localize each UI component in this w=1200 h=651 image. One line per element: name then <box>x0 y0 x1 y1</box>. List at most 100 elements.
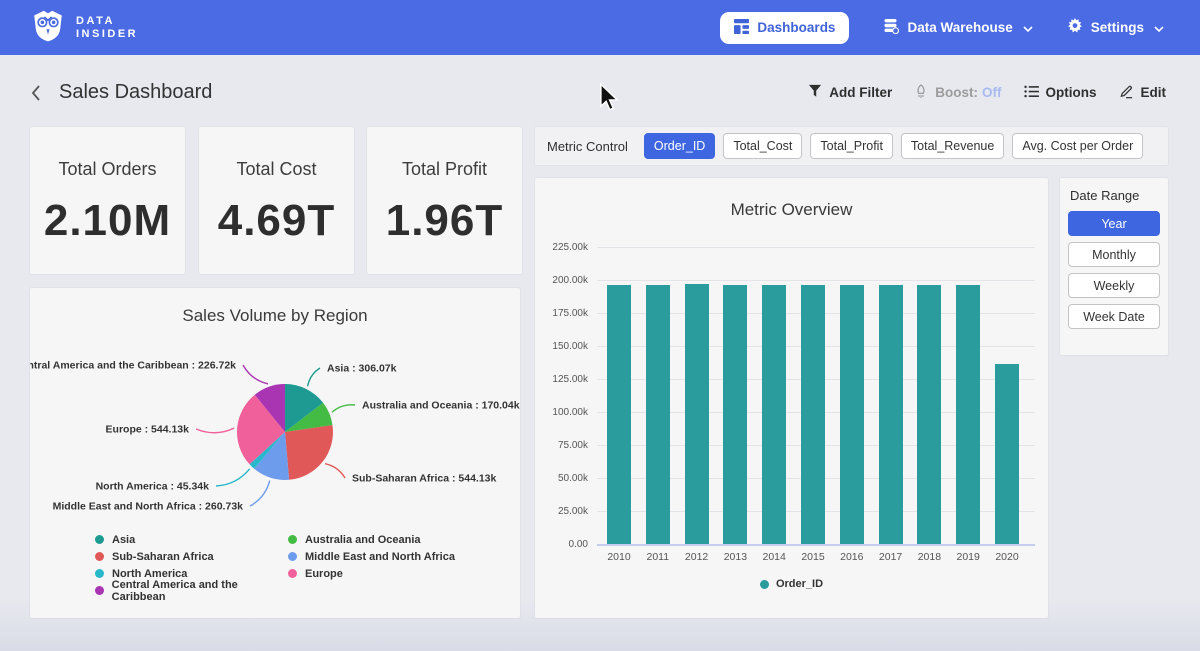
x-axis-tick: 2018 <box>909 551 949 563</box>
date-range-option-year[interactable]: Year <box>1068 211 1160 236</box>
top-navbar: DATA INSIDER Dashboards <box>0 0 1200 55</box>
bar-2017[interactable] <box>879 285 903 544</box>
bar-2018[interactable] <box>917 285 941 544</box>
page-header: Sales Dashboard Add Filter Boost: Off <box>0 70 1200 115</box>
owl-logo-icon <box>30 7 66 48</box>
legend-label: Sub-Saharan Africa <box>112 551 214 563</box>
x-axis-tick: 2011 <box>638 551 678 563</box>
kpi-value: 2.10M <box>30 196 185 246</box>
chevron-down-icon <box>1154 20 1164 35</box>
x-axis-tick: 2015 <box>793 551 833 563</box>
date-range-panel: Date Range YearMonthlyWeeklyWeek Date <box>1060 178 1168 355</box>
metric-option-total-profit[interactable]: Total_Profit <box>810 133 893 159</box>
settings-label: Settings <box>1091 20 1144 35</box>
y-axis-tick: 100.00k <box>540 407 588 418</box>
bar-chart-legend[interactable]: Order_ID <box>535 578 1048 590</box>
metric-option-total-cost[interactable]: Total_Cost <box>723 133 802 159</box>
chevron-down-icon <box>1023 20 1033 35</box>
y-axis-tick: 75.00k <box>540 440 588 451</box>
metric-control-buttons: Order_ID Total_Cost Total_Profit Total_Reve… <box>644 133 1143 159</box>
pie-label-connector <box>325 464 345 478</box>
y-axis-tick: 50.00k <box>540 473 588 484</box>
date-range-option-weekly[interactable]: Weekly <box>1068 273 1160 298</box>
app-window: DATA INSIDER Dashboards <box>0 0 1200 651</box>
kpi-card-total-orders: Total Orders 2.10M <box>30 127 185 274</box>
legend-item-australia-and-oceania[interactable]: Australia and Oceania <box>288 531 455 548</box>
x-axis-tick: 2014 <box>754 551 794 563</box>
legend-label: Order_ID <box>776 578 823 590</box>
x-axis-tick: 2019 <box>948 551 988 563</box>
pencil-icon <box>1119 84 1134 102</box>
pie-label-connector <box>308 368 320 386</box>
options-label: Options <box>1046 85 1097 100</box>
date-range-buttons: Year Monthly Weekly Week Date <box>1068 211 1160 329</box>
legend-item-sub-saharan-africa[interactable]: Sub-Saharan Africa <box>95 548 288 565</box>
app-logo[interactable]: DATA INSIDER <box>30 7 138 48</box>
kpi-card-total-profit: Total Profit 1.96T <box>367 127 522 274</box>
bar-2020[interactable] <box>995 364 1019 544</box>
pie-slice-sub-saharan-africa[interactable] <box>285 425 333 480</box>
metric-option-total-revenue[interactable]: Total_Revenue <box>901 133 1004 159</box>
rocket-icon <box>914 84 928 102</box>
legend-label: Middle East and North Africa <box>305 551 455 563</box>
settings-menu[interactable]: Settings <box>1067 18 1164 37</box>
pie-label-connector <box>196 428 234 433</box>
gridline <box>597 544 1035 546</box>
legend-item-central-america-and-the-caribbean[interactable]: Central America and the Caribbean <box>95 582 288 599</box>
kpi-label: Total Cost <box>199 159 354 180</box>
x-axis-tick: 2017 <box>871 551 911 563</box>
data-warehouse-menu[interactable]: Data Warehouse <box>883 18 1032 37</box>
sales-volume-pie-card: Sales Volume by Region Asia : 306.07kAus… <box>30 288 520 618</box>
pie-label-connector <box>216 469 250 486</box>
pie-label-connector <box>332 405 355 412</box>
kpi-label: Total Profit <box>367 159 522 180</box>
metric-option-order-id[interactable]: Order_ID <box>644 133 715 159</box>
bar-2013[interactable] <box>723 285 747 544</box>
pie-label-north-america: North America : 45.34k <box>96 481 210 493</box>
legend-dot <box>95 552 104 561</box>
pie-label-europe: Europe : 544.13k <box>106 424 190 436</box>
legend-dot <box>288 569 297 578</box>
bar-2016[interactable] <box>840 285 864 544</box>
y-axis-tick: 225.00k <box>540 242 588 253</box>
dashboard-grid-icon <box>734 19 749 37</box>
date-range-option-week-date[interactable]: Week Date <box>1068 304 1160 329</box>
back-button[interactable] <box>28 84 44 102</box>
x-axis-tick: 2020 <box>987 551 1027 563</box>
legend-dot <box>95 535 104 544</box>
y-axis-tick: 125.00k <box>540 374 588 385</box>
x-axis-tick: 2010 <box>599 551 639 563</box>
bar-2010[interactable] <box>607 285 631 544</box>
pie-label-central-america-and-the-caribbean: Central America and the Caribbean : 226.… <box>30 360 236 372</box>
gear-icon <box>1067 18 1083 37</box>
boost-toggle[interactable]: Boost: Off <box>914 84 1001 102</box>
y-axis-tick: 0.00 <box>540 539 588 550</box>
bar-2015[interactable] <box>801 285 825 544</box>
bar-2011[interactable] <box>646 285 670 544</box>
database-icon <box>883 18 899 37</box>
legend-dot <box>760 580 769 589</box>
y-axis-tick: 200.00k <box>540 275 588 286</box>
metric-option-avg-cost-per-order[interactable]: Avg. Cost per Order <box>1012 133 1143 159</box>
add-filter-button[interactable]: Add Filter <box>808 84 892 101</box>
legend-item-europe[interactable]: Europe <box>288 565 455 582</box>
pie-label-sub-saharan-africa: Sub-Saharan Africa : 544.13k <box>352 473 496 485</box>
bar-2019[interactable] <box>956 285 980 544</box>
bar-2014[interactable] <box>762 285 786 544</box>
legend-item-middle-east-and-north-africa[interactable]: Middle East and North Africa <box>288 548 455 565</box>
y-axis-tick: 25.00k <box>540 506 588 517</box>
date-range-option-monthly[interactable]: Monthly <box>1068 242 1160 267</box>
dashboards-button[interactable]: Dashboards <box>720 12 849 44</box>
gridline <box>597 247 1035 248</box>
bar-2012[interactable] <box>685 284 709 544</box>
legend-dot <box>288 535 297 544</box>
legend-dot <box>95 586 104 595</box>
edit-button[interactable]: Edit <box>1119 84 1167 102</box>
options-button[interactable]: Options <box>1024 85 1097 101</box>
dashboards-label: Dashboards <box>757 20 835 35</box>
gridline <box>597 280 1035 281</box>
x-axis-tick: 2012 <box>677 551 717 563</box>
kpi-label: Total Orders <box>30 159 185 180</box>
legend-item-asia[interactable]: Asia <box>95 531 288 548</box>
kpi-value: 1.96T <box>367 196 522 246</box>
